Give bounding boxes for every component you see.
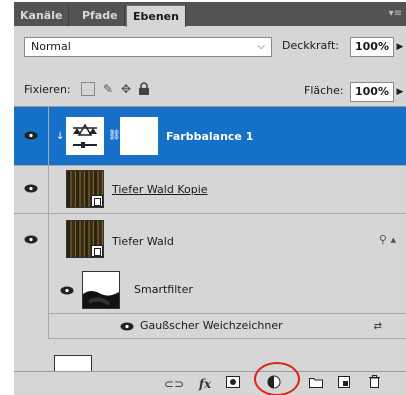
- visibility-toggle[interactable]: [14, 165, 49, 213]
- lock-paint-icon[interactable]: ✎: [101, 82, 115, 96]
- blend-mode-value: Normal: [31, 40, 71, 53]
- layers-list: ↓ ⛓ Farbbalance 1 Tiefer Wald Kopie Tief…: [14, 106, 406, 393]
- lock-transparent-icon[interactable]: [81, 82, 95, 96]
- lock-label: Fixieren:: [24, 83, 71, 96]
- panel-tab-bar: Kanäle Pfade Ebenen ▾≡: [14, 2, 406, 27]
- color-balance-icon: [73, 123, 97, 148]
- clip-arrow-icon: ↓: [56, 131, 65, 142]
- tab-layers[interactable]: Ebenen: [126, 5, 186, 27]
- tab-channels[interactable]: Kanäle: [14, 5, 70, 26]
- smart-object-icon: [91, 195, 103, 207]
- eye-icon[interactable]: [60, 286, 74, 295]
- layer-row-tiefer-wald-kopie[interactable]: Tiefer Wald Kopie: [14, 165, 406, 214]
- filter-name[interactable]: Gaußscher Weichzeichner: [140, 319, 283, 332]
- fx-icon[interactable]: fx: [194, 375, 216, 393]
- fill-label: Fläche:: [304, 84, 344, 97]
- new-layer-icon[interactable]: [336, 375, 352, 393]
- smartfilter-mask-thumbnail[interactable]: [82, 271, 120, 309]
- tab-paths[interactable]: Pfade: [76, 5, 125, 26]
- add-mask-icon[interactable]: [225, 375, 241, 393]
- layer-name[interactable]: Tiefer Wald Kopie: [112, 183, 208, 196]
- layer-thumbnail: [66, 220, 104, 258]
- blend-mode-select[interactable]: Normal ⌵: [24, 37, 272, 57]
- left-margin: [0, 0, 14, 395]
- menu-icon[interactable]: ▾≡: [389, 8, 402, 19]
- mask-thumbnail[interactable]: [120, 117, 158, 155]
- eye-icon: [24, 184, 38, 193]
- mask-link-icon[interactable]: ⛓: [108, 130, 121, 141]
- visibility-toggle[interactable]: [14, 213, 49, 339]
- eye-icon: [24, 131, 38, 140]
- smart-object-icon: [91, 245, 103, 257]
- layer-row-farbbalance[interactable]: ↓ ⛓ Farbbalance 1: [14, 107, 406, 166]
- visibility-toggle[interactable]: [14, 107, 49, 165]
- filter-row[interactable]: Gaußscher Weichzeichner ⇄: [48, 314, 406, 339]
- opacity-label: Deckkraft:: [282, 39, 339, 52]
- new-group-icon[interactable]: [308, 375, 324, 393]
- smartfilter-label: Smartfilter: [134, 283, 193, 296]
- link-layers-icon[interactable]: ⊂⊃: [164, 375, 184, 393]
- layer-thumbnail: [66, 170, 104, 208]
- layers-toolbar: ⊂⊃ fx: [14, 371, 406, 395]
- adjustment-thumbnail: [66, 117, 104, 155]
- fill-arrow-icon[interactable]: ▶: [394, 82, 406, 102]
- smartfilter-row[interactable]: Smartfilter: [48, 267, 406, 314]
- lock-all-icon[interactable]: [137, 82, 151, 96]
- highlight-circle: [254, 362, 300, 395]
- chevron-down-icon: ⌵: [257, 41, 265, 52]
- layer-name[interactable]: Farbbalance 1: [166, 130, 253, 143]
- lock-move-icon[interactable]: ✥: [119, 82, 133, 96]
- layers-panel: Kanäle Pfade Ebenen ▾≡ Normal ⌵ Deckkraf…: [14, 2, 406, 395]
- filter-options-icon[interactable]: ⇄: [374, 321, 382, 332]
- fill-field[interactable]: 100%: [350, 82, 394, 102]
- smart-filter-indicator-icon[interactable]: ⚲ ▴: [379, 233, 396, 246]
- opacity-arrow-icon[interactable]: ▶: [394, 37, 406, 57]
- eye-icon[interactable]: [120, 322, 134, 331]
- trash-icon[interactable]: [366, 375, 382, 393]
- layer-row-tiefer-wald[interactable]: Tiefer Wald ⚲ ▴: [14, 213, 406, 339]
- eye-icon: [24, 235, 38, 244]
- opacity-field[interactable]: 100%: [350, 37, 394, 57]
- layer-name[interactable]: Tiefer Wald: [112, 235, 174, 248]
